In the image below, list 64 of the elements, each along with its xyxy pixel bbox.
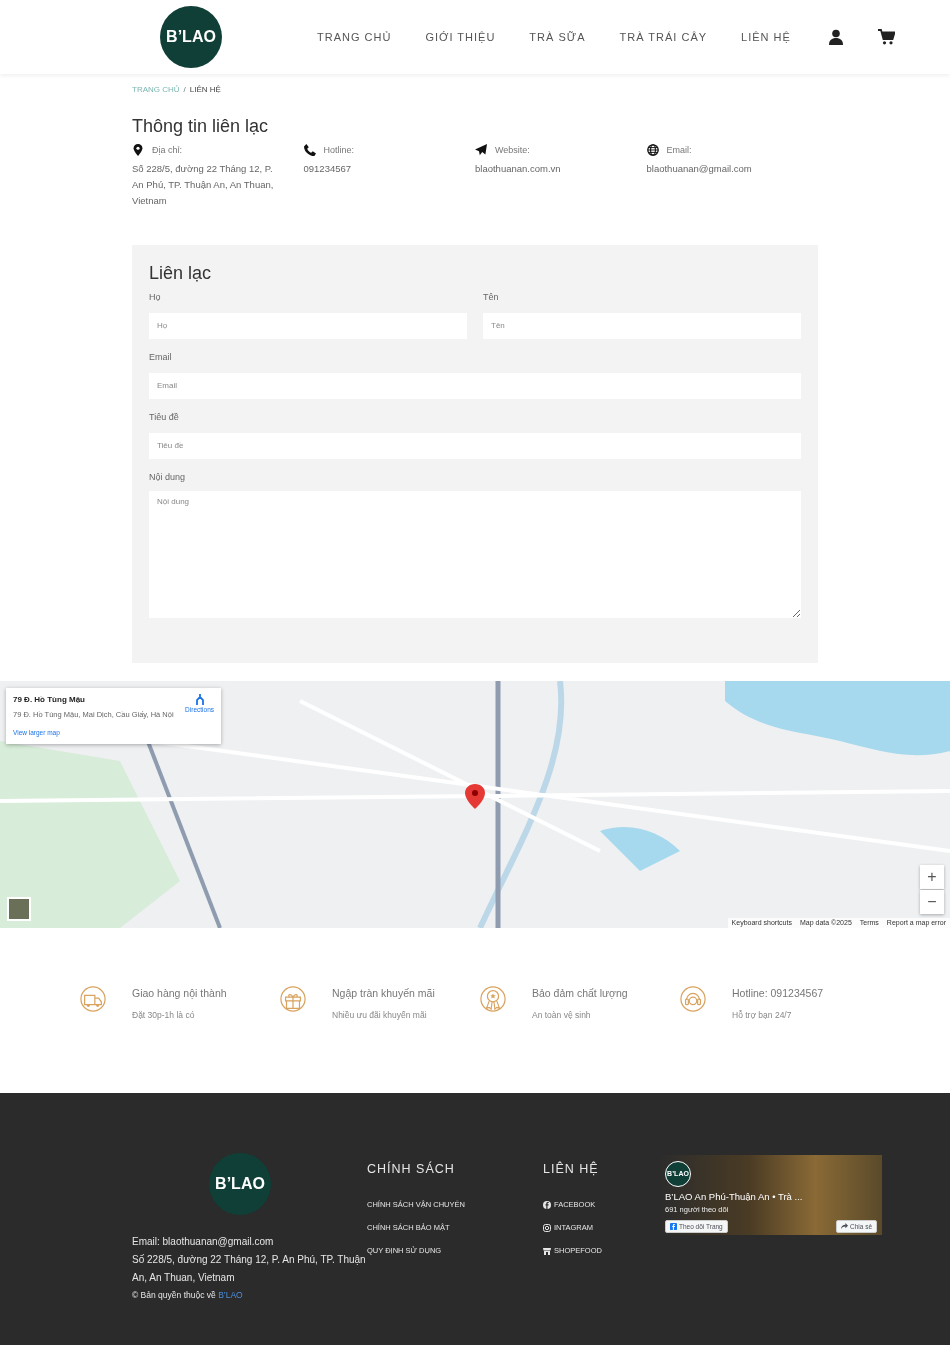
feature-subtitle: Nhiều ưu đãi khuyến mãi — [332, 1008, 428, 1022]
phone-icon — [303, 144, 316, 157]
nav-link[interactable]: GIỚI THIỆU — [408, 28, 513, 46]
info-label: Email: — [666, 143, 692, 157]
user-icon[interactable] — [827, 29, 844, 45]
nav-link[interactable]: TRÀ TRÁI CÂY — [602, 28, 725, 46]
feature-title: Giao hàng nội thành — [132, 986, 227, 1002]
info-value: 091234567 — [303, 162, 353, 177]
place-title: 79 Đ. Hồ Tùng Mậu — [13, 694, 86, 707]
field-label: Email — [149, 350, 173, 364]
footer-heading: CHÍNH SÁCH — [367, 1160, 456, 1179]
field-label: Họ — [149, 290, 162, 304]
message-field[interactable]: Nội dung — [149, 491, 801, 619]
field-label: Nội dung — [149, 470, 187, 484]
feature-title: Ngập tràn khuyến mãi — [332, 986, 435, 1002]
globe-icon — [646, 144, 659, 157]
breadcrumb-separator: / — [183, 84, 186, 96]
nav-link[interactable]: TRÀ SỮA — [512, 28, 603, 46]
text-field[interactable]: Tên — [483, 312, 801, 339]
footer-text: Số 228/5, đường 22 Tháng 12, P. An Phú, TP. Thuận An, An Thuan, Vietnam — [132, 1253, 367, 1286]
medal-icon — [480, 986, 506, 1013]
info-value: blaothuanan.com.vn — [475, 162, 562, 177]
field-label: Tiêu đề — [149, 410, 180, 424]
info-label: Website: — [495, 143, 530, 157]
feature-subtitle: An toàn vệ sinh — [532, 1008, 592, 1022]
zoom-in-button[interactable]: + — [920, 865, 944, 890]
info-value: Số 228/5, đường 22 Tháng 12, P. An Phú, TP. Thuận An, An Thuan, Vietnam — [132, 162, 275, 209]
truck-icon — [80, 986, 106, 1013]
info-label: Địa chỉ: — [152, 143, 182, 157]
nav-link[interactable]: TRANG CHỦ — [300, 28, 409, 46]
field-label: Tên — [483, 290, 500, 304]
info-value: blaothuanan@gmail.com — [646, 162, 753, 177]
copyright-text: © Bản quyền thuộc về B’LAO — [132, 1289, 244, 1302]
facebook-icon — [670, 1223, 677, 1231]
shop-icon — [543, 1247, 551, 1256]
copyright-link[interactable]: B’LAO — [218, 1290, 243, 1301]
feature-title: Bảo đảm chất lượng — [532, 986, 628, 1002]
location-pin-icon — [132, 144, 144, 157]
section-title: Thông tin liên lạc — [132, 116, 270, 138]
form-title: Liên lạc — [149, 263, 213, 285]
footer-heading: LIÊN HỆ — [543, 1160, 600, 1179]
info-label: Hotline: — [323, 143, 354, 157]
facebook-icon — [543, 1200, 551, 1209]
nav-link[interactable]: LIÊN HỆ — [724, 28, 808, 46]
paper-plane-icon — [475, 144, 487, 157]
footer-logo[interactable]: B’LAO — [209, 1153, 271, 1216]
page-name[interactable]: B’LAO An Phú-Thuận An • Trà ... — [665, 1190, 877, 1205]
text-field[interactable]: Tiêu đề — [149, 432, 801, 459]
footer-text: Email: blaothuanan@gmail.com — [132, 1235, 275, 1250]
directions-icon — [194, 694, 205, 706]
zoom-out-button[interactable]: − — [920, 890, 944, 915]
instagram-icon — [543, 1223, 551, 1232]
share-arrow-icon — [840, 1223, 848, 1231]
feature-subtitle: Hỗ trợ bạn 24/7 — [732, 1008, 793, 1022]
text-field[interactable]: Email — [149, 372, 801, 399]
feature-subtitle: Đặt 30p-1h là có — [132, 1008, 196, 1022]
text-field[interactable]: Họ — [149, 312, 467, 339]
gift-icon — [280, 986, 306, 1013]
breadcrumb-current: LIÊN HỆ — [189, 84, 221, 96]
logo[interactable]: B’LAO — [160, 6, 222, 68]
cart-icon[interactable] — [877, 29, 895, 45]
map-layer-thumbnail[interactable] — [7, 897, 31, 922]
feature-title: Hotline: 091234567 — [732, 986, 824, 1002]
headset-icon — [680, 986, 706, 1013]
